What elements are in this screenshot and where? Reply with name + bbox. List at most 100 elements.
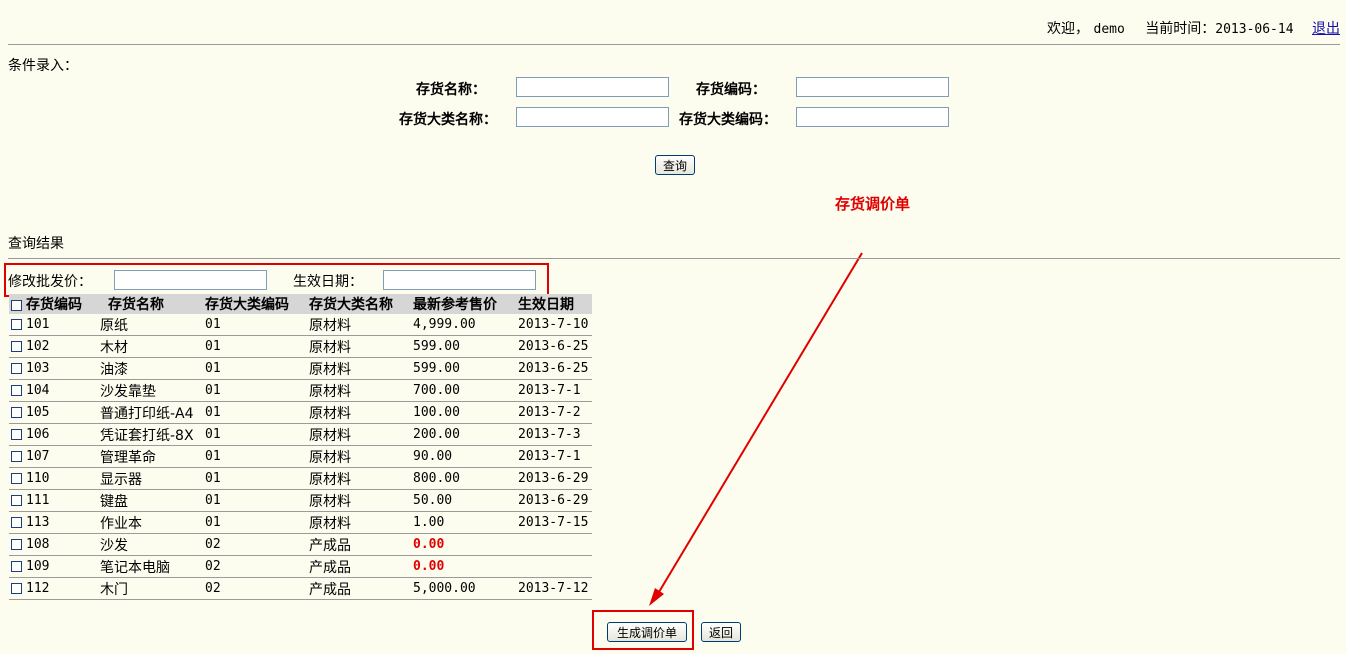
row-checkbox[interactable] (11, 407, 22, 418)
table-row: 107 管理革命 01 原材料 90.00 2013-7-1 (9, 445, 592, 468)
code-cell: 102 (9, 335, 98, 358)
row-checkbox[interactable] (11, 385, 22, 396)
date-cell: 2013-7-2 (516, 401, 592, 424)
name-cell: 原纸 (98, 314, 203, 336)
category-code-cell: 02 (203, 555, 307, 578)
date-cell: 2013-6-25 (516, 357, 592, 380)
row-checkbox[interactable] (11, 517, 22, 528)
category-name-cell: 原材料 (307, 423, 411, 446)
date-cell: 2013-7-1 (516, 445, 592, 468)
row-checkbox[interactable] (11, 341, 22, 352)
category-name-cell: 原材料 (307, 467, 411, 490)
category-name-cell: 原材料 (307, 314, 411, 336)
row-checkbox[interactable] (11, 473, 22, 484)
column-header: 存货编码 (9, 294, 98, 314)
category-code-cell: 01 (203, 467, 307, 490)
table-row: 113 作业本 01 原材料 1.00 2013-7-15 (9, 511, 592, 534)
name-cell: 作业本 (98, 511, 203, 534)
edit-highlight-box (4, 263, 549, 297)
price-cell: 90.00 (411, 445, 516, 468)
code-cell: 109 (9, 555, 98, 578)
column-header: 最新参考售价 (411, 294, 516, 314)
code-cell: 111 (9, 489, 98, 512)
table-row: 110 显示器 01 原材料 800.00 2013-6-29 (9, 467, 592, 490)
name-cell: 笔记本电脑 (98, 555, 203, 578)
results-divider (8, 258, 1340, 259)
price-cell: 200.00 (411, 423, 516, 446)
date-cell: 2013-7-10 (516, 314, 592, 336)
date-cell: 2013-7-12 (516, 577, 592, 600)
category-name-cell: 原材料 (307, 357, 411, 380)
date-cell: 2013-7-15 (516, 511, 592, 534)
row-checkbox[interactable] (11, 429, 22, 440)
results-title: 查询结果 (8, 236, 64, 252)
category-name-cell: 原材料 (307, 445, 411, 468)
column-header: 存货大类名称 (307, 294, 411, 314)
price-cell: 5,000.00 (411, 577, 516, 600)
code-cell: 110 (9, 467, 98, 490)
row-checkbox[interactable] (11, 561, 22, 572)
table-row: 112 木门 02 产成品 5,000.00 2013-7-12 (9, 577, 592, 600)
price-cell: 0.00 (411, 555, 516, 578)
price-cell: 1.00 (411, 511, 516, 534)
category-code-cell: 01 (203, 357, 307, 380)
name-cell: 普通打印纸-A4 (98, 401, 203, 424)
name-cell: 凭证套打纸-8X (98, 423, 203, 446)
table-row: 101 原纸 01 原材料 4,999.00 2013-7-10 (9, 314, 592, 336)
back-button[interactable]: 返回 (701, 622, 741, 642)
select-all-checkbox[interactable] (11, 299, 22, 311)
category-name-cell: 产成品 (307, 555, 411, 578)
code-cell: 106 (9, 423, 98, 446)
row-checkbox[interactable] (11, 451, 22, 462)
category-code-cell: 01 (203, 489, 307, 512)
column-header: 存货名称 (98, 294, 203, 314)
column-header: 生效日期 (516, 294, 592, 314)
row-checkbox[interactable] (11, 495, 22, 506)
table-row: 111 键盘 01 原材料 50.00 2013-6-29 (9, 489, 592, 512)
category-code-cell: 01 (203, 445, 307, 468)
date-cell: 2013-7-3 (516, 423, 592, 446)
name-cell: 显示器 (98, 467, 203, 490)
category-name-cell: 产成品 (307, 577, 411, 600)
row-checkbox[interactable] (11, 319, 22, 330)
price-cell: 700.00 (411, 379, 516, 402)
code-cell: 101 (9, 314, 98, 336)
category-code-cell: 02 (203, 533, 307, 556)
code-cell: 103 (9, 357, 98, 380)
category-name-cell: 原材料 (307, 489, 411, 512)
category-name-cell: 原材料 (307, 401, 411, 424)
name-cell: 木门 (98, 577, 203, 600)
table-row: 106 凭证套打纸-8X 01 原材料 200.00 2013-7-3 (9, 423, 592, 446)
date-cell: 2013-6-29 (516, 489, 592, 512)
table-row: 108 沙发 02 产成品 0.00 (9, 533, 592, 556)
category-code-cell: 01 (203, 314, 307, 336)
price-cell: 100.00 (411, 401, 516, 424)
price-cell: 50.00 (411, 489, 516, 512)
category-name-cell: 产成品 (307, 533, 411, 556)
code-cell: 105 (9, 401, 98, 424)
row-checkbox[interactable] (11, 363, 22, 374)
code-cell: 113 (9, 511, 98, 534)
name-cell: 木材 (98, 335, 203, 358)
name-cell: 油漆 (98, 357, 203, 380)
price-cell: 0.00 (411, 533, 516, 556)
column-header: 存货大类编码 (203, 294, 307, 314)
generate-highlight-box (592, 610, 694, 650)
category-code-cell: 01 (203, 423, 307, 446)
code-cell: 104 (9, 379, 98, 402)
date-cell (516, 533, 592, 556)
date-cell: 2013-6-29 (516, 467, 592, 490)
row-checkbox[interactable] (11, 539, 22, 550)
code-cell: 108 (9, 533, 98, 556)
name-cell: 沙发靠垫 (98, 379, 203, 402)
table-row: 103 油漆 01 原材料 599.00 2013-6-25 (9, 357, 592, 380)
table-header-row: 存货编码 存货名称 存货大类编码 存货大类名称 最新参考售价 生效日期 (9, 294, 592, 314)
date-cell: 2013-6-25 (516, 335, 592, 358)
price-cell: 599.00 (411, 335, 516, 358)
row-checkbox[interactable] (11, 583, 22, 594)
results-table: 存货编码 存货名称 存货大类编码 存货大类名称 最新参考售价 生效日期 101 原… (9, 294, 592, 600)
price-cell: 4,999.00 (411, 314, 516, 336)
category-name-cell: 原材料 (307, 335, 411, 358)
code-cell: 107 (9, 445, 98, 468)
name-cell: 键盘 (98, 489, 203, 512)
